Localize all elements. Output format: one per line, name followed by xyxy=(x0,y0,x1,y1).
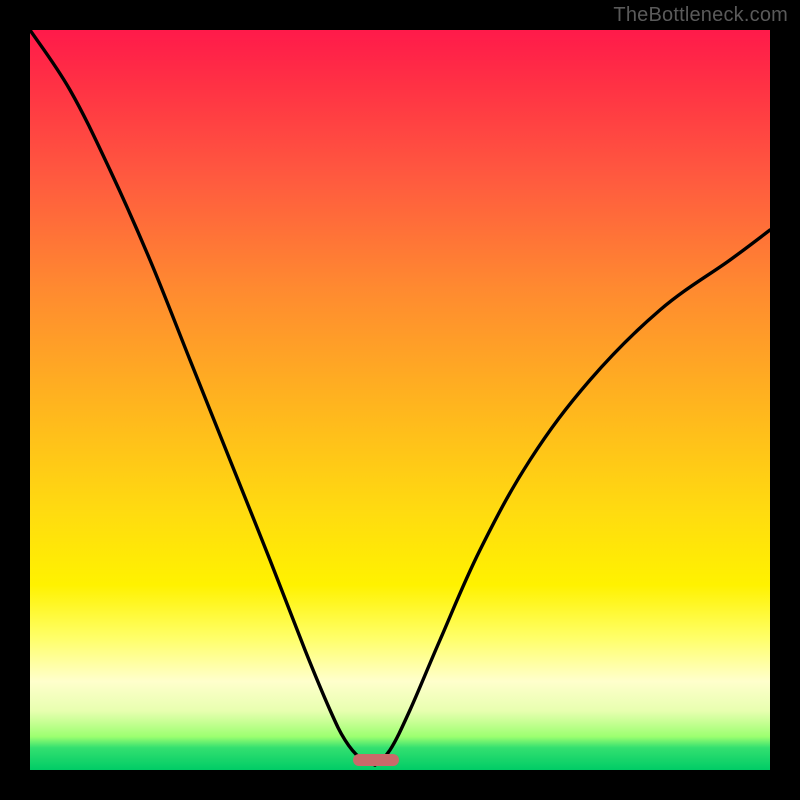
chart-frame xyxy=(30,30,770,770)
curve-left-branch xyxy=(30,30,375,765)
curve-right-branch xyxy=(375,230,770,765)
optimal-marker-pill xyxy=(353,754,399,766)
bottleneck-curve xyxy=(30,30,770,770)
watermark-text: TheBottleneck.com xyxy=(613,4,788,27)
